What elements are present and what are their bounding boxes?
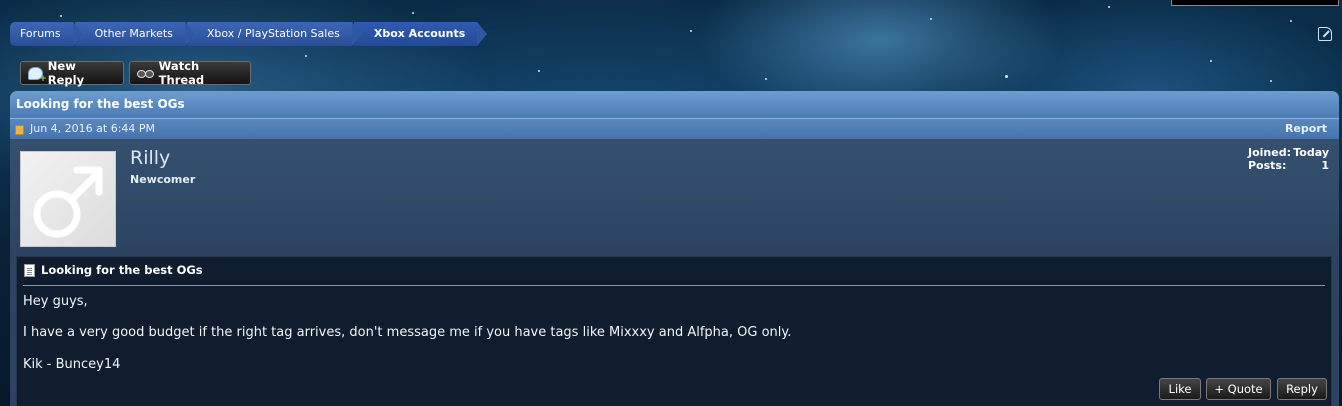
breadcrumb-xbox-playstation-sales[interactable]: Xbox / PlayStation Sales — [186, 22, 362, 46]
male-symbol-icon — [33, 166, 103, 238]
watch-thread-button[interactable]: Watch Thread — [129, 59, 251, 87]
message-body: Looking for the best OGs Hey guys, I hav… — [16, 256, 1332, 406]
divider — [23, 285, 1325, 286]
breadcrumb: Forums Other Markets Xbox / PlayStation … — [10, 22, 488, 46]
posts-value[interactable]: 1 — [1321, 159, 1329, 172]
avatar[interactable] — [20, 151, 116, 247]
stat-posts: Posts: 1 — [1248, 159, 1329, 172]
thread-title: Looking for the best OGs — [10, 91, 1339, 118]
stat-joined: Joined: Today — [1248, 146, 1329, 159]
message-title: Looking for the best OGs — [24, 263, 203, 277]
popout-icon[interactable] — [1318, 27, 1332, 41]
like-button[interactable]: Like — [1159, 378, 1201, 400]
message-line: I have a very good budget if the right t… — [23, 325, 792, 340]
quote-button[interactable]: + Quote — [1206, 378, 1271, 400]
breadcrumb-other-markets[interactable]: Other Markets — [74, 22, 196, 46]
joined-value: Today — [1293, 146, 1329, 159]
breadcrumb-xbox-accounts[interactable]: Xbox Accounts — [353, 22, 488, 46]
message-title-text: Looking for the best OGs — [41, 263, 203, 277]
new-reply-label: New Reply — [47, 59, 85, 87]
reply-button[interactable]: Reply — [1277, 378, 1327, 400]
joined-label: Joined: — [1248, 146, 1291, 159]
user-stats: Joined: Today Posts: 1 — [1248, 146, 1329, 172]
posts-label: Posts: — [1248, 159, 1287, 172]
report-link[interactable]: Report — [1285, 119, 1327, 139]
watch-thread-label: Watch Thread — [158, 59, 205, 87]
username[interactable]: Rilly — [130, 147, 170, 169]
glasses-icon — [137, 69, 154, 78]
breadcrumb-forums[interactable]: Forums — [10, 22, 83, 46]
message-line: Kik - Buncey14 — [23, 357, 121, 372]
thread-panel: Looking for the best OGs Jun 4, 2016 at … — [10, 91, 1339, 406]
message-line: Hey guys, — [23, 294, 88, 309]
post-date[interactable]: Jun 4, 2016 at 6:44 PM — [30, 119, 155, 139]
speech-bubble-icon — [28, 66, 47, 84]
document-icon — [24, 263, 35, 277]
post-meta-bar: Jun 4, 2016 at 6:44 PM Report — [10, 118, 1339, 139]
user-info: Rilly Newcomer Joined: Today Posts: 1 — [10, 139, 1339, 256]
header-search-box-edge[interactable] — [1171, 0, 1339, 6]
new-post-icon — [15, 125, 24, 135]
user-title: Newcomer — [130, 173, 196, 186]
new-reply-button[interactable]: New Reply — [20, 59, 124, 87]
